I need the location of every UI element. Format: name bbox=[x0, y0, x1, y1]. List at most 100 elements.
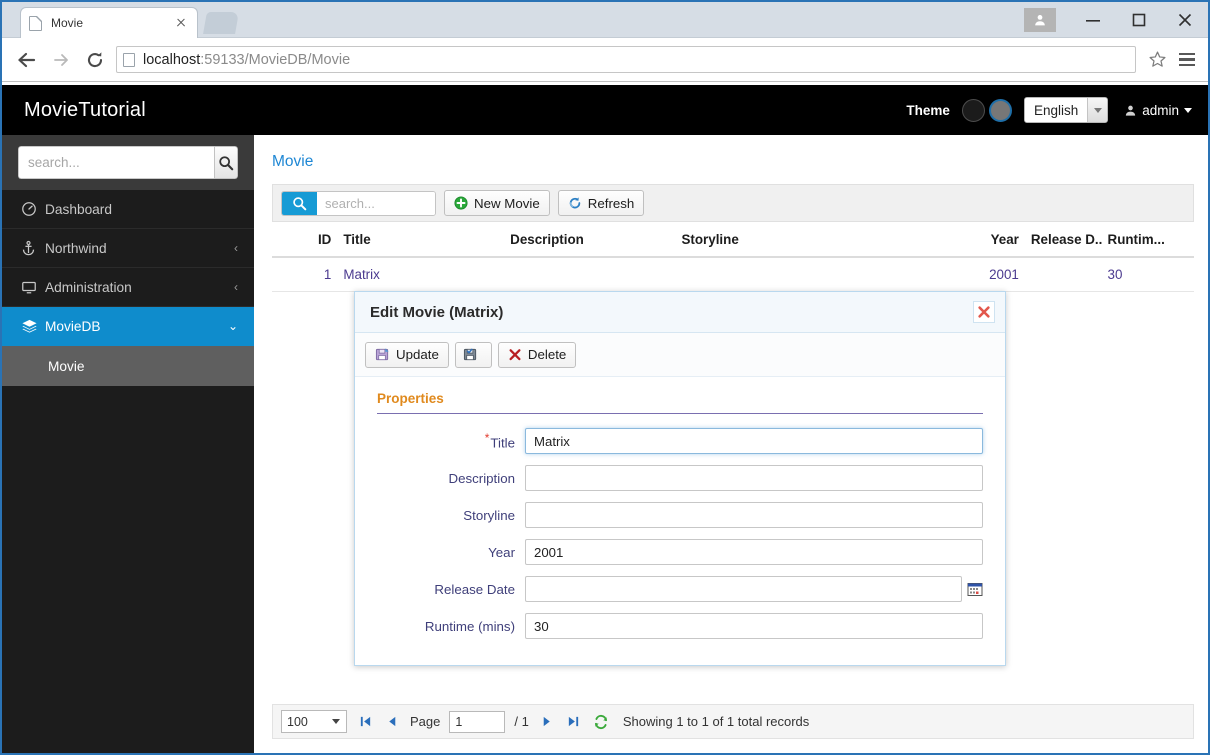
theme-dot-gray[interactable] bbox=[989, 99, 1012, 122]
url-path: :59133/MovieDB/Movie bbox=[200, 52, 350, 68]
save-disk-blue-icon bbox=[463, 347, 478, 362]
dialog-title: Edit Movie (Matrix) bbox=[370, 304, 503, 321]
column-header-storyline[interactable]: Storyline bbox=[675, 222, 957, 257]
cell-id: 1 bbox=[272, 257, 337, 292]
dialog-header: Edit Movie (Matrix) bbox=[355, 292, 1005, 333]
storyline-input[interactable] bbox=[525, 502, 983, 528]
grid-search[interactable] bbox=[281, 191, 436, 216]
first-page-icon[interactable] bbox=[356, 712, 374, 732]
cell-runtime: 30 bbox=[1102, 257, 1194, 292]
column-header-description[interactable]: Description bbox=[504, 222, 675, 257]
sidebar-item-administration[interactable]: Administration ‹ bbox=[2, 268, 254, 307]
reload-icon[interactable] bbox=[78, 43, 112, 77]
page-favicon-icon bbox=[29, 16, 42, 31]
prev-page-icon[interactable] bbox=[383, 712, 401, 732]
total-pages-label: / 1 bbox=[514, 714, 528, 729]
app-header-right: Theme English admin bbox=[906, 97, 1192, 123]
minimize-icon[interactable] bbox=[1070, 6, 1116, 34]
update-label: Update bbox=[396, 347, 439, 362]
browser-tabstrip: Movie bbox=[2, 2, 1208, 38]
column-header-title[interactable]: Title bbox=[337, 222, 504, 257]
chevron-icon: ‹ bbox=[234, 241, 238, 255]
table-row[interactable]: 1 Matrix 2001 30 bbox=[272, 257, 1194, 292]
grid-search-input[interactable] bbox=[317, 192, 435, 215]
user-profile-icon[interactable] bbox=[1024, 8, 1056, 32]
column-header-runtime[interactable]: Runtim... bbox=[1102, 222, 1194, 257]
field-label-runtime: Runtime (mins) bbox=[377, 619, 525, 634]
search-icon[interactable] bbox=[282, 192, 317, 215]
sidebar-item-moviedb[interactable]: MovieDB ⌄ bbox=[2, 307, 254, 346]
delete-button[interactable]: Delete bbox=[498, 342, 576, 368]
user-icon bbox=[1124, 104, 1137, 117]
sidebar-search[interactable] bbox=[18, 146, 238, 179]
page-number-input[interactable] bbox=[449, 711, 505, 733]
user-menu[interactable]: admin bbox=[1124, 103, 1192, 118]
field-label-storyline: Storyline bbox=[377, 508, 525, 523]
close-icon[interactable] bbox=[1162, 6, 1208, 34]
refresh-icon[interactable] bbox=[592, 712, 610, 732]
last-page-icon[interactable] bbox=[565, 712, 583, 732]
field-label-description: Description bbox=[377, 471, 525, 486]
sidebar-item-northwind[interactable]: Northwind ‹ bbox=[2, 229, 254, 268]
grid-toolbar: New Movie Refresh bbox=[272, 184, 1194, 222]
sidebar-subitem-label: Movie bbox=[48, 359, 85, 374]
year-input[interactable] bbox=[525, 539, 983, 565]
chevron-down-icon bbox=[1087, 98, 1107, 122]
close-red-x-icon[interactable] bbox=[973, 301, 995, 323]
update-button[interactable]: Update bbox=[365, 342, 449, 368]
sidebar-search-input[interactable] bbox=[18, 146, 214, 179]
properties-section-title: Properties bbox=[377, 391, 983, 414]
chevron-down-icon bbox=[1184, 108, 1192, 113]
cell-release-date bbox=[1025, 257, 1102, 292]
browser-navbar: localhost:59133/MovieDB/Movie bbox=[2, 38, 1208, 82]
window-controls bbox=[1024, 2, 1208, 38]
field-label-title: *Title bbox=[377, 431, 525, 450]
browser-tab[interactable]: Movie bbox=[20, 7, 198, 38]
page-label: Page bbox=[410, 714, 440, 729]
tab-close-icon[interactable] bbox=[173, 15, 189, 31]
browser-window: Movie bbox=[0, 0, 1210, 755]
save-disk-purple-icon bbox=[375, 347, 390, 362]
new-tab-button[interactable] bbox=[203, 12, 239, 34]
sidebar-search-button[interactable] bbox=[214, 146, 238, 179]
hamburger-menu-icon[interactable] bbox=[1174, 45, 1200, 75]
search-icon bbox=[218, 155, 234, 171]
back-arrow-icon[interactable] bbox=[10, 43, 44, 77]
new-movie-label: New Movie bbox=[474, 196, 540, 211]
language-label: English bbox=[1025, 98, 1087, 122]
column-header-id[interactable]: ID bbox=[272, 222, 337, 257]
forward-arrow-icon[interactable] bbox=[44, 43, 78, 77]
sidebar-item-label: Dashboard bbox=[45, 202, 238, 217]
column-header-year[interactable]: Year bbox=[957, 222, 1025, 257]
tab-title: Movie bbox=[51, 16, 173, 30]
column-header-release-date[interactable]: Release D... bbox=[1025, 222, 1102, 257]
pagination-status: Showing 1 to 1 of 1 total records bbox=[623, 714, 809, 729]
address-bar[interactable]: localhost:59133/MovieDB/Movie bbox=[116, 46, 1136, 73]
delete-label: Delete bbox=[528, 347, 566, 362]
anchor-icon bbox=[21, 240, 45, 256]
sidebar-search-area bbox=[2, 135, 254, 190]
release-date-input[interactable] bbox=[525, 576, 962, 602]
form-row-description: Description bbox=[377, 465, 983, 491]
sidebar-item-movie[interactable]: Movie bbox=[2, 346, 254, 386]
next-page-icon[interactable] bbox=[538, 712, 556, 732]
dashboard-icon bbox=[21, 201, 45, 217]
calendar-icon[interactable] bbox=[966, 581, 983, 598]
language-selector[interactable]: English bbox=[1024, 97, 1108, 123]
star-icon[interactable] bbox=[1144, 47, 1170, 73]
title-input[interactable] bbox=[525, 428, 983, 454]
description-input[interactable] bbox=[525, 465, 983, 491]
form-row-runtime: Runtime (mins) bbox=[377, 613, 983, 639]
new-movie-button[interactable]: New Movie bbox=[444, 190, 550, 216]
save-and-close-button[interactable] bbox=[455, 342, 492, 368]
sidebar-item-dashboard[interactable]: Dashboard bbox=[2, 190, 254, 229]
theme-dot-dark[interactable] bbox=[962, 99, 985, 122]
maximize-icon[interactable] bbox=[1116, 6, 1162, 34]
sidebar: Dashboard Northwind ‹ Administration ‹ bbox=[2, 135, 254, 753]
refresh-button[interactable]: Refresh bbox=[558, 190, 645, 216]
page-size-select[interactable]: 100 bbox=[281, 710, 347, 733]
plus-circle-icon bbox=[454, 196, 468, 210]
url-host: localhost bbox=[143, 52, 200, 68]
runtime-input[interactable] bbox=[525, 613, 983, 639]
theme-switcher[interactable] bbox=[962, 99, 1012, 122]
